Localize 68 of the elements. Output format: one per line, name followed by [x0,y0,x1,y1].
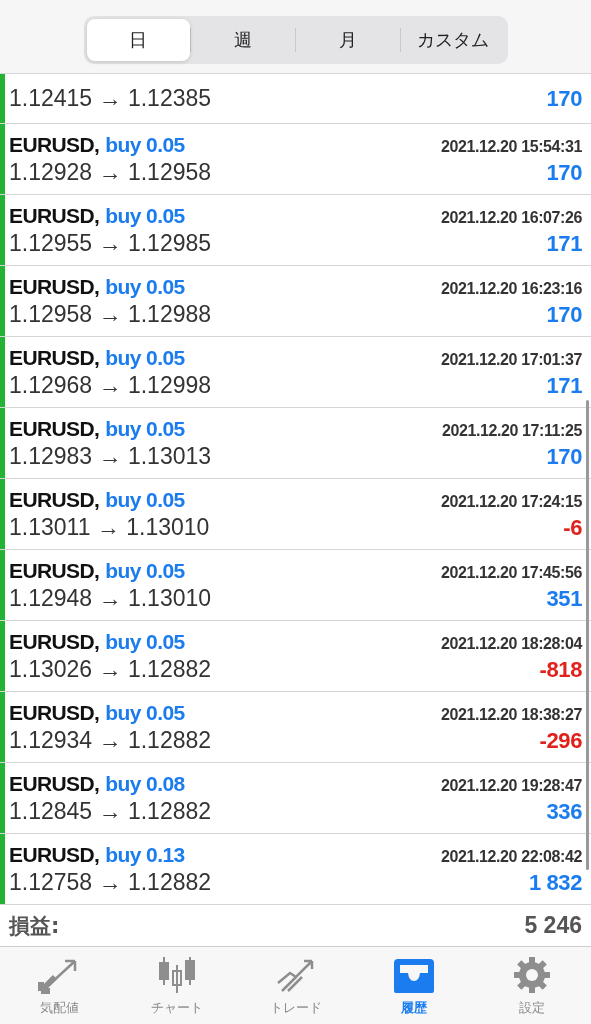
deal-time: 2021.12.20 17:01:37 [441,350,582,369]
deal-side: buy 0.05 [105,700,185,724]
deal-profit: 170 [546,86,582,112]
period-tab[interactable]: 月 [296,19,400,61]
deal-profit: 171 [546,230,582,257]
deal-symbol: EURUSD, [9,416,100,440]
deal-time: 2021.12.20 16:23:16 [441,279,582,298]
nav-tab[interactable]: チャート [118,947,237,1024]
deal-time: 2021.12.20 22:08:42 [441,847,582,866]
deal-prices: 1.13026 → 1.12882 [9,655,212,683]
total-value: 5 246 [524,912,582,939]
period-tab[interactable]: 日 [86,19,191,61]
deal-prices: 1.13011 → 1.13010 [9,513,210,541]
deal-time: 2021.12.20 17:24:15 [441,492,582,511]
deal-symbol: EURUSD, [9,345,100,369]
deal-side: buy 0.05 [105,132,185,156]
deal-time: 2021.12.20 15:54:31 [441,137,582,156]
deal-profit: 336 [546,798,582,825]
deal-profit: 351 [546,585,582,612]
deal-prices: 1.12934 → 1.12882 [9,726,212,754]
deal-side: buy 0.08 [105,771,185,795]
deal-time: 2021.12.20 18:28:04 [441,634,582,653]
deal-symbol: EURUSD, [9,487,100,511]
deal-side: buy 0.05 [105,558,185,582]
deal-symbol: EURUSD, [9,771,100,795]
deal-side: buy 0.13 [105,842,185,866]
deal-side: buy 0.05 [105,274,185,298]
deal-prices: 1.12948 → 1.13010 [9,584,212,612]
deal-symbol: EURUSD, [9,629,100,653]
deal-prices: 1.12958 → 1.12988 [9,300,212,328]
deal-prices: 1.12955 → 1.12985 [9,229,212,257]
deal-profit: 170 [546,301,582,328]
deal-profit: 171 [546,372,582,399]
deal-time: 2021.12.20 16:07:26 [441,208,582,227]
deal-side: buy 0.05 [105,416,185,440]
deal-profit: -818 [539,656,582,683]
deal-symbol: EURUSD, [9,842,100,866]
deal-side: buy 0.05 [105,487,185,511]
total-label: 損益: [9,912,60,940]
nav-tab[interactable]: 履歴 [354,947,473,1024]
deal-prices: 1.12983 → 1.13013 [9,442,212,470]
deal-profit: -6 [563,514,582,541]
deal-side: buy 0.05 [105,203,185,227]
nav-tab[interactable]: 設定 [472,947,591,1024]
deal-symbol: EURUSD, [9,558,100,582]
deal-time: 2021.12.20 18:38:27 [441,705,582,724]
deal-prices: 1.12968 → 1.12998 [9,371,212,399]
deal-prices: 1.12928 → 1.12958 [9,158,212,186]
deal-side: buy 0.05 [105,345,185,369]
deal-profit: -296 [539,727,582,754]
deal-side: buy 0.05 [105,629,185,653]
deal-time: 2021.12.20 19:28:47 [441,776,582,795]
deal-prices: 1.12758 → 1.12882 [9,868,212,896]
deal-symbol: EURUSD, [9,700,100,724]
deal-profit: 170 [546,443,582,470]
deal-time: 2021.12.20 17:45:56 [441,563,582,582]
deal-prices: 1.12415 → 1.12385 [9,85,212,112]
nav-tab[interactable]: トレード [236,947,355,1024]
deal-profit: 170 [546,159,582,186]
period-tab[interactable]: 週 [191,19,295,61]
period-tab[interactable]: カスタム [400,19,505,61]
deal-symbol: EURUSD, [9,132,100,156]
deal-time: 2021.12.20 17:11:25 [441,421,582,440]
deal-prices: 1.12845 → 1.12882 [9,797,212,825]
nav-tab[interactable]: 気配値 [0,947,119,1024]
deal-symbol: EURUSD, [9,203,100,227]
deal-symbol: EURUSD, [9,274,100,298]
deal-profit: 1 832 [528,869,582,896]
